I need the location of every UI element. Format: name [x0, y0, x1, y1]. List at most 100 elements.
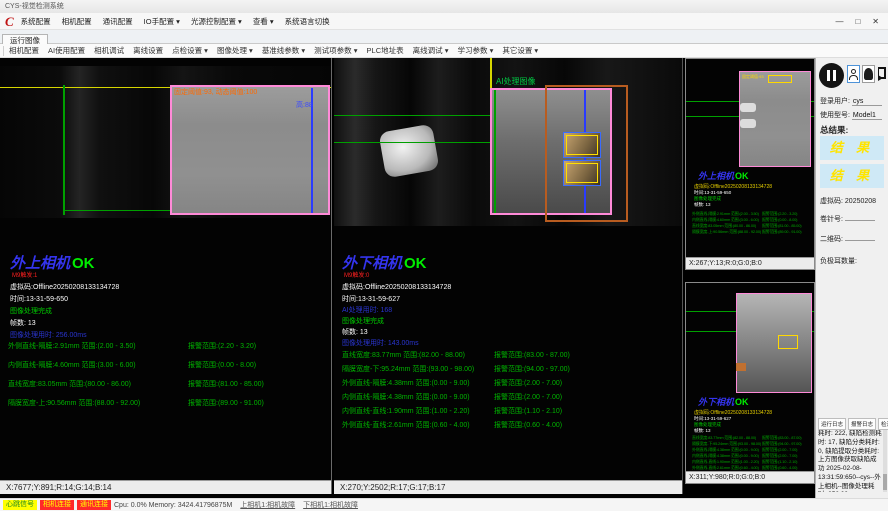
pause-button[interactable]: [819, 63, 844, 88]
defect-patch-outline: [566, 135, 598, 155]
menu-camera-config[interactable]: 相机配置: [62, 16, 92, 27]
tab-strip: 运行图像: [0, 30, 888, 44]
camera-thumb-upper[interactable]: 固定阈值:93 外上相机OK 虚拟码:Offline20250208133134…: [685, 58, 815, 270]
maximize-icon[interactable]: □: [855, 17, 860, 26]
pause-icon: [833, 70, 836, 81]
toolbar-separator: [3, 46, 4, 56]
tab-detect-log[interactable]: 检测日志: [878, 418, 888, 430]
pixel-coords-bar: X:270;Y:2502;R:17;G:17;B:17: [334, 480, 682, 494]
comm-connect-badge: 通讯连接: [77, 500, 111, 510]
tab-alarm-log[interactable]: 报警日志: [848, 418, 876, 430]
overlay-marker: [768, 75, 792, 83]
camera-canvas-upper[interactable]: 固定阈值:93, 动态阈值:100 高:88 外上相机OK M9触发:1 虚拟码…: [0, 58, 331, 480]
virtual-code-label: 虚拟码:: [820, 198, 843, 205]
menu-bar: C 系统配置 相机配置 通讯配置 IO手配置 ▾ 光源控制配置 ▾ 查看 ▾ 系…: [0, 13, 888, 30]
minimize-icon[interactable]: —: [835, 17, 843, 26]
camera-name-label: 外下相机: [698, 397, 734, 407]
user-icon: [851, 69, 856, 74]
model-value: Model1: [852, 112, 882, 120]
window-title: CYS-视觉检测系统: [5, 3, 64, 10]
defect-patch-outline: [566, 163, 598, 183]
virtual-code-value: 20250208: [845, 198, 876, 205]
alarm-range: 报警范围:(1.10 - 2.10): [494, 406, 562, 416]
process-done-line: 图像处理完成: [10, 306, 52, 316]
heartbeat-status-badge: 心跳信号: [3, 500, 37, 510]
model-row: 使用型号: Model1: [820, 110, 882, 120]
tool-camera-debug[interactable]: 相机调试: [94, 45, 124, 56]
bright-feature: [740, 119, 756, 128]
camera-connect-badge: 相机连接: [40, 500, 74, 510]
tab-run-log[interactable]: 运行日志: [818, 418, 846, 430]
logout-door-icon: [878, 67, 886, 79]
result-box-upper: 结 果: [820, 136, 884, 160]
result-ok-badge: OK: [72, 255, 95, 272]
measurement-row: 隔膜宽度-下:95.24mm 范围:(93.00 - 98.00): [342, 364, 474, 374]
tool-other-settings[interactable]: 其它设置 ▾: [502, 45, 538, 56]
tool-spot-check[interactable]: 点检设置 ▾: [172, 45, 208, 56]
menu-language-switch[interactable]: 系统语言切换: [285, 16, 330, 27]
camera-view-upper[interactable]: 固定阈值:93, 动态阈值:100 高:88 外上相机OK M9触发:1 虚拟码…: [0, 58, 332, 494]
right-panel: 登录用户: cys 使用型号: Model1 总结果: 结 果 结 果 虚拟码:…: [815, 58, 888, 498]
alarm-range: 报警范围:(0.60 - 4.00): [494, 420, 562, 430]
overlay-marker: [736, 363, 746, 371]
barcode-line: 虚拟码:Offline20250208133134728: [694, 409, 772, 416]
logout-arrow-icon: [878, 75, 883, 81]
gripper-image: [378, 124, 439, 179]
tool-camera-config[interactable]: 相机配置: [9, 45, 39, 56]
overlay-marker: [778, 335, 798, 349]
tool-learn-params[interactable]: 学习参数 ▾: [457, 45, 493, 56]
status-bar: 心跳信号 相机连接 通讯连接 Cpu: 0.0% Memory: 3424.41…: [0, 498, 888, 511]
tool-offline-setting[interactable]: 离线设置: [133, 45, 163, 56]
camera-thumb-canvas[interactable]: 固定阈值:93 外上相机OK 虚拟码:Offline20250208133134…: [686, 59, 814, 257]
user-dark-icon: [864, 68, 873, 80]
pixel-coords-bar: X:267;Y:13;R:0;G:0;B:0: [686, 257, 814, 269]
user-login-button[interactable]: [847, 65, 860, 83]
close-icon[interactable]: ✕: [872, 17, 879, 26]
green-edge-line: [63, 85, 65, 215]
logout-button[interactable]: [875, 65, 888, 83]
alarm-range: 报警范围:(0.00 - 8.00): [188, 360, 256, 370]
menu-view[interactable]: 查看 ▾: [253, 16, 274, 27]
qrcode-value: [845, 240, 875, 241]
frame-count-line: 帧数: 13: [694, 428, 711, 434]
camera-canvas-lower[interactable]: AI处理图像 外下相机OK M9触发:0 虚拟码:Offline20250208…: [334, 58, 682, 480]
tool-test-params[interactable]: 测试项参数 ▾: [314, 45, 357, 56]
log-scrollbar[interactable]: [883, 430, 887, 492]
login-user-row: 登录用户: cys: [820, 96, 882, 106]
camera-view-lower[interactable]: AI处理图像 外下相机OK M9触发:0 虚拟码:Offline20250208…: [334, 58, 683, 494]
frame-count-line: 帧数: 13: [10, 318, 36, 328]
threshold-overlay-label: 固定阈值:93, 动态阈值:100: [174, 87, 257, 97]
user-switch-button[interactable]: [862, 65, 875, 83]
tool-image-process[interactable]: 图像处理 ▾: [217, 45, 253, 56]
alarm-range: 报警范围:(81.00 - 85.00): [188, 379, 264, 389]
menu-comm-config[interactable]: 通讯配置: [103, 16, 133, 27]
camera-thumb-canvas[interactable]: 外下相机OK 虚拟码:Offline20250208133134728 时间:1…: [686, 283, 814, 471]
pause-icon: [827, 70, 830, 81]
log-scroll-thumb[interactable]: [883, 474, 887, 490]
menu-light-config[interactable]: 光源控制配置 ▾: [191, 16, 242, 27]
process-done-line: 图像处理完成: [342, 316, 384, 326]
barcode-line: 虚拟码:Offline20250208133134728: [10, 282, 119, 292]
product-roi-rect: [736, 293, 812, 393]
menu-io-config[interactable]: IO手配置 ▾: [144, 16, 180, 27]
defect-patch: [563, 160, 601, 186]
lower-camera-status: 下相机1:相机故障: [303, 500, 358, 510]
tool-offline-debug[interactable]: 离线调试 ▾: [413, 45, 449, 56]
result-box-lower: 结 果: [820, 164, 884, 188]
bright-feature: [740, 103, 756, 112]
menu-system-config[interactable]: 系统配置: [21, 16, 51, 27]
tool-plc-address[interactable]: PLC地址表: [367, 45, 404, 56]
tab-count-row: 负极耳数量:: [820, 256, 857, 266]
upper-camera-status: 上相机1:相机故障: [240, 500, 295, 510]
camera-result-title: 外上相机OK: [698, 169, 749, 182]
tool-baseline-params[interactable]: 基准线参数 ▾: [262, 45, 305, 56]
tool-ai-usage-config[interactable]: AI使用配置: [48, 45, 85, 56]
threshold-overlay-label: 固定阈值:93: [742, 74, 764, 80]
defect-patch: [563, 132, 601, 158]
measurement-row: 外侧直线-隔膜:2.91mm 范围:(2.00 - 3.50): [8, 341, 136, 351]
login-user-value: cys: [852, 98, 882, 106]
camera-thumb-lower[interactable]: 外下相机OK 虚拟码:Offline20250208133134728 时间:1…: [685, 282, 815, 484]
qrcode-label: 二维码:: [820, 236, 843, 243]
result-ok-badge: OK: [735, 171, 749, 181]
needle-row: 卷针号:: [820, 214, 875, 224]
